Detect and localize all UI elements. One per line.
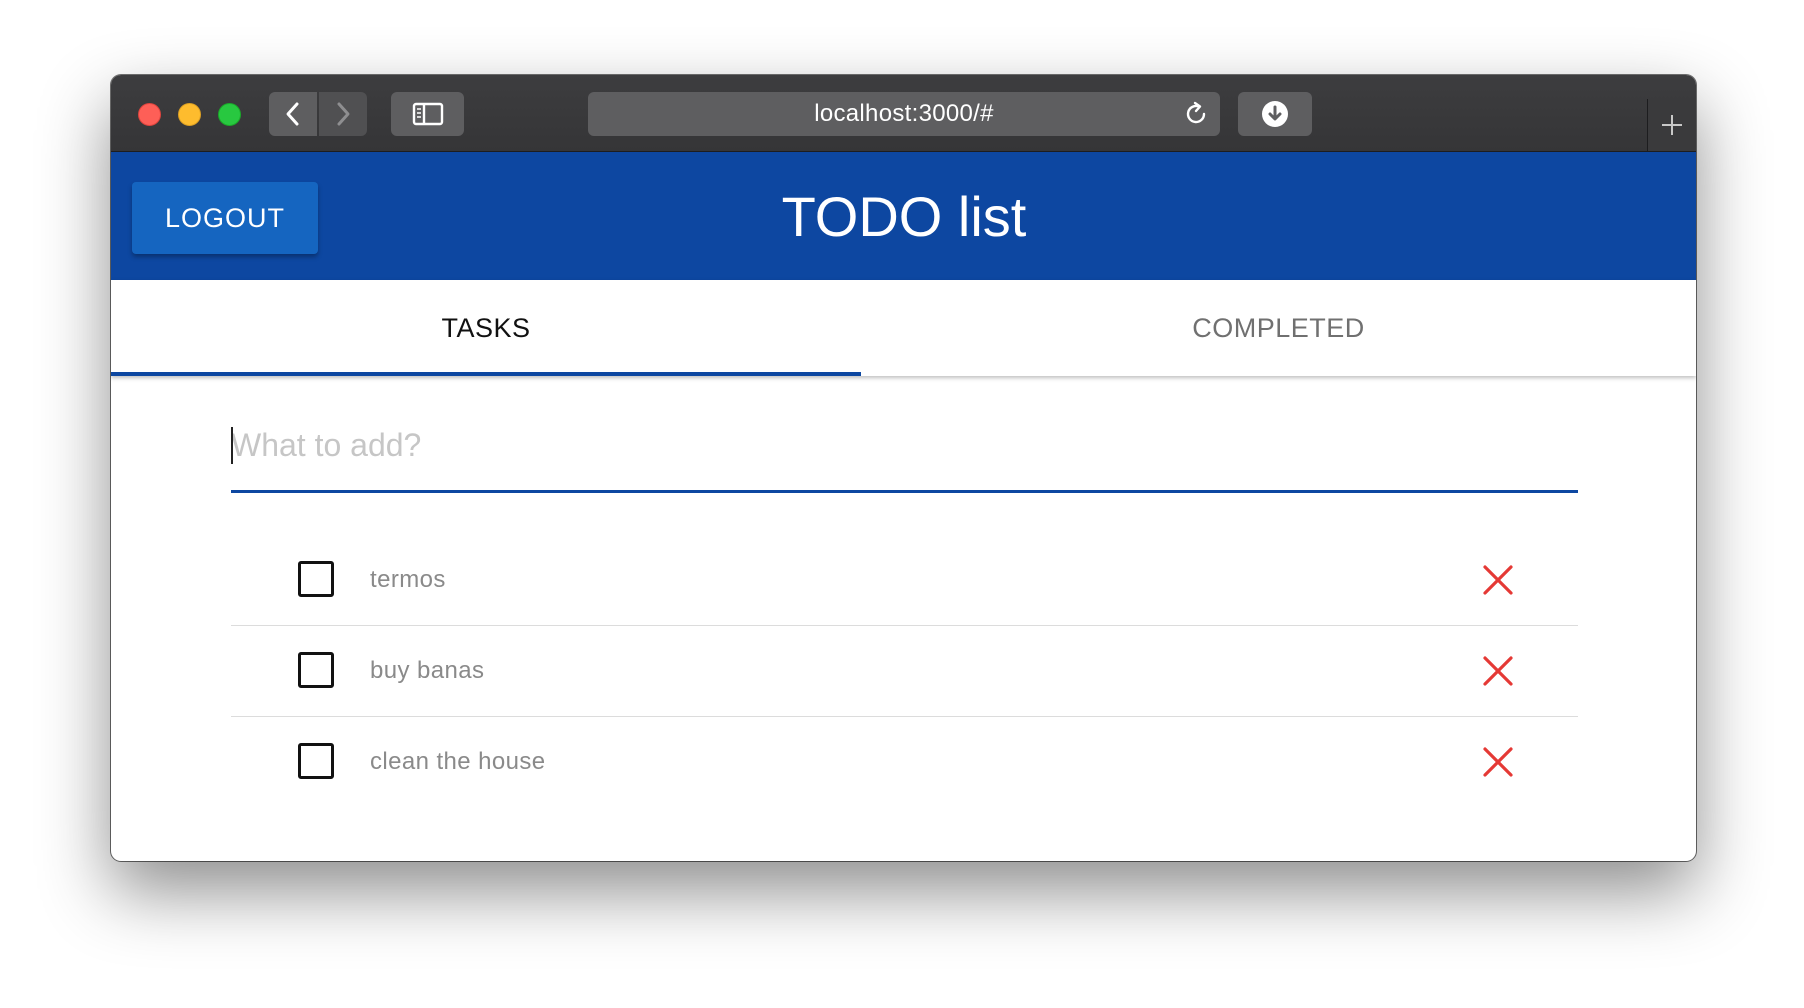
tab-bar: TASKS COMPLETED — [111, 280, 1696, 376]
plus-icon — [1662, 115, 1682, 135]
tab-tasks[interactable]: TASKS — [111, 280, 861, 376]
task-checkbox[interactable] — [298, 561, 334, 597]
list-item: clean the house — [231, 717, 1578, 807]
delete-icon[interactable] — [1481, 745, 1515, 779]
url-text: localhost:3000/# — [814, 100, 994, 127]
chevron-right-icon — [337, 102, 350, 126]
task-list: termos buy banas clean the house — [231, 535, 1578, 807]
browser-toolbar: localhost:3000/# — [111, 75, 1696, 152]
task-checkbox[interactable] — [298, 652, 334, 688]
back-button[interactable] — [269, 92, 317, 136]
app-header: TODO list LOGOUT — [111, 152, 1696, 280]
sidebar-toggle-button[interactable] — [391, 92, 464, 136]
delete-icon[interactable] — [1481, 563, 1515, 597]
close-window-button[interactable] — [138, 103, 161, 126]
download-icon — [1262, 101, 1288, 127]
zoom-window-button[interactable] — [218, 103, 241, 126]
downloads-button[interactable] — [1238, 92, 1312, 136]
delete-icon[interactable] — [1481, 654, 1515, 688]
minimize-window-button[interactable] — [178, 103, 201, 126]
forward-button[interactable] — [319, 92, 367, 136]
text-caret — [231, 427, 233, 464]
list-item: termos — [231, 535, 1578, 626]
reload-icon[interactable] — [1182, 100, 1210, 128]
browser-window: localhost:3000/# TODO list LOGOUT TASKS … — [111, 75, 1696, 861]
new-task-field — [231, 410, 1578, 493]
new-task-input[interactable] — [231, 420, 1578, 470]
task-label: termos — [370, 566, 446, 593]
address-bar[interactable]: localhost:3000/# — [588, 92, 1220, 136]
sidebar-icon — [412, 102, 443, 126]
tab-completed[interactable]: COMPLETED — [861, 280, 1696, 376]
page-title: TODO list — [781, 184, 1027, 248]
task-checkbox[interactable] — [298, 743, 334, 779]
task-label: buy banas — [370, 657, 485, 684]
list-item: buy banas — [231, 626, 1578, 717]
chevron-left-icon — [286, 102, 299, 126]
new-tab-button[interactable] — [1647, 99, 1696, 151]
active-tab-indicator — [111, 372, 861, 376]
task-label: clean the house — [370, 748, 546, 775]
logout-button[interactable]: LOGOUT — [132, 182, 318, 254]
